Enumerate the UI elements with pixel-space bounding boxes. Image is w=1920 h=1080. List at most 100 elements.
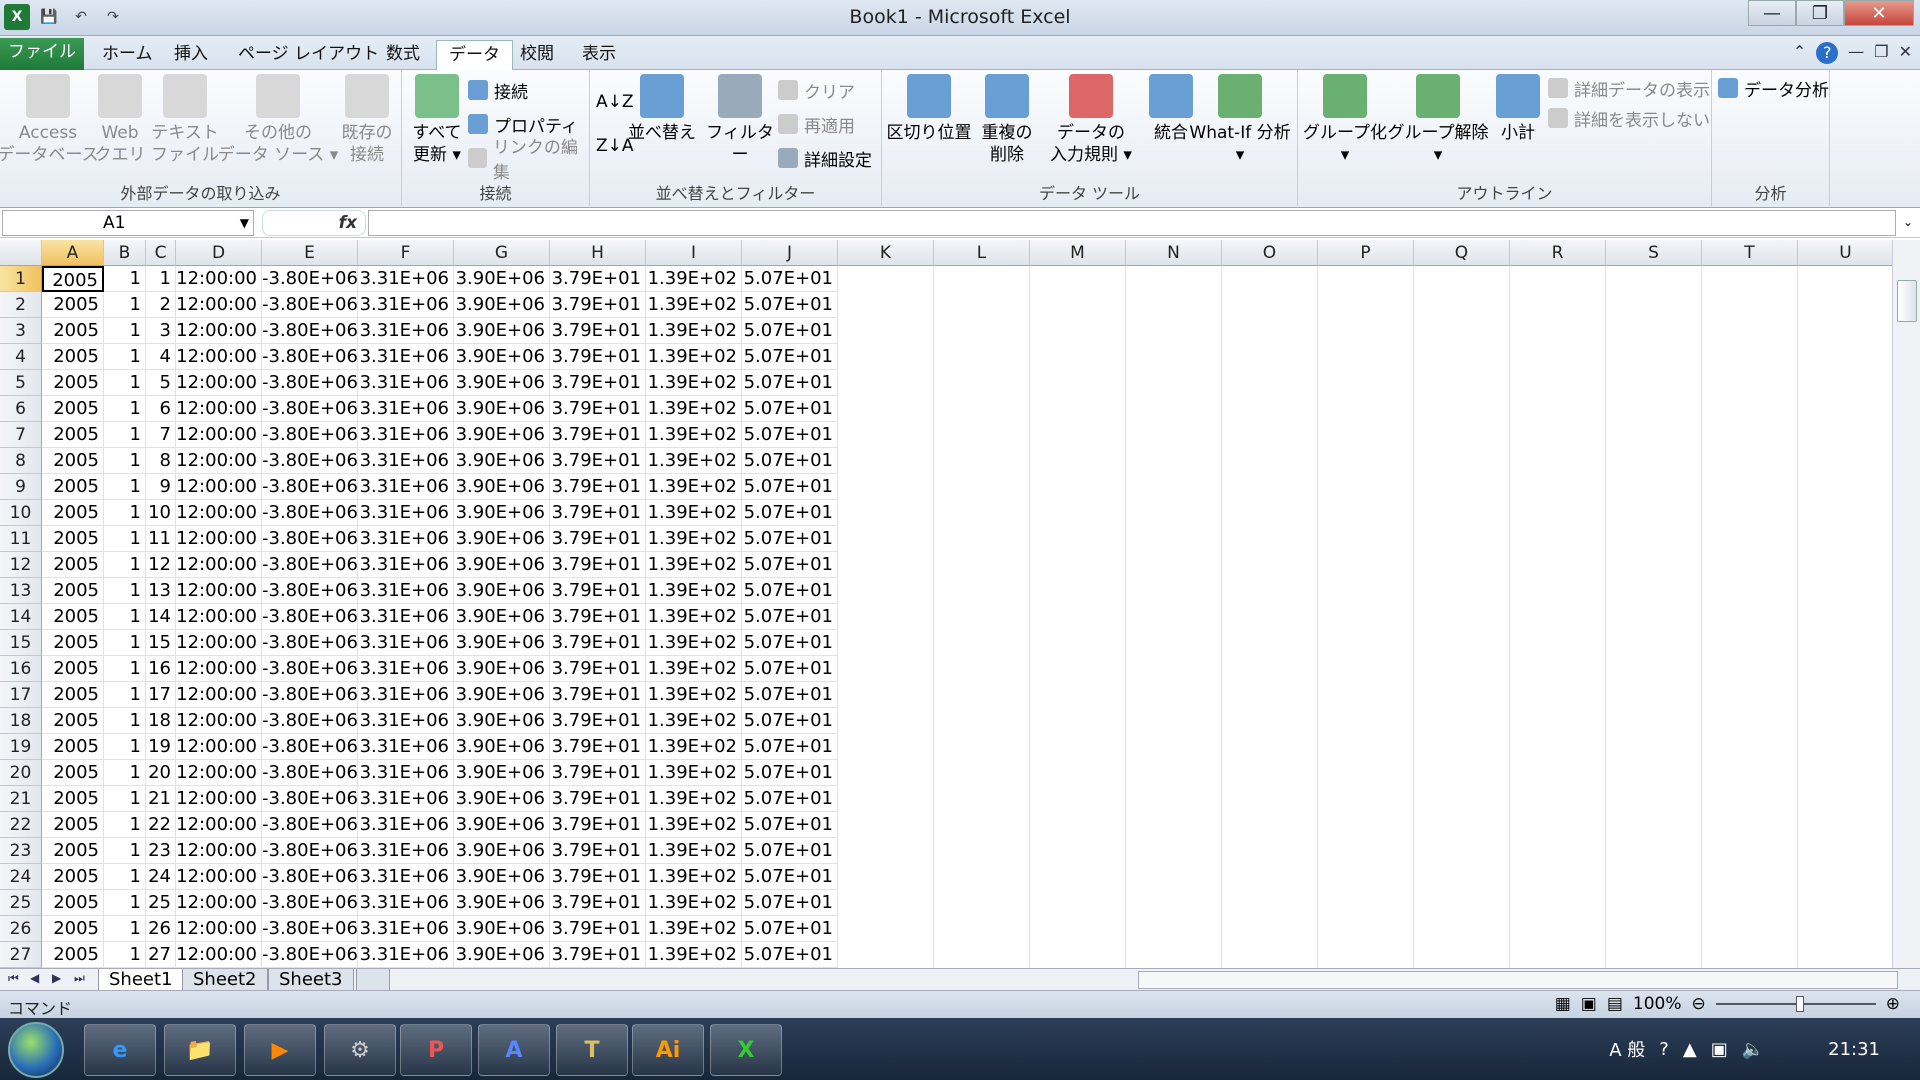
table-cell[interactable]: 3.79E+01 [550,370,646,396]
table-cell[interactable]: 3.79E+01 [550,786,646,812]
what-if-button[interactable]: What-If 分析 ▾ [1182,74,1298,166]
group-button[interactable]: グループ化 ▾ [1303,74,1387,166]
table-cell[interactable]: 3.31E+06 [358,786,454,812]
table-cell[interactable]: 3.31E+06 [358,292,454,318]
empty-column[interactable] [1222,266,1318,968]
start-button[interactable] [8,1022,64,1078]
table-cell[interactable]: 5.07E+01 [742,578,838,604]
table-cell[interactable]: 6 [146,396,176,422]
zoom-slider-knob[interactable] [1795,996,1804,1012]
table-cell[interactable]: 2005 [42,474,104,500]
table-cell[interactable]: 12:00:00 [176,760,262,786]
empty-column[interactable] [1702,266,1798,968]
clear-button[interactable]: クリア [778,76,855,104]
table-cell[interactable]: 3.90E+06 [454,942,550,968]
row-header[interactable]: 22 [0,812,42,838]
table-cell[interactable]: 3.31E+06 [358,838,454,864]
table-cell[interactable]: 5.07E+01 [742,422,838,448]
table-cell[interactable]: 3.79E+01 [550,526,646,552]
table-cell[interactable]: 1.39E+02 [646,578,742,604]
excel-taskbar-icon[interactable]: X [710,1024,782,1076]
column-header[interactable]: N [1126,240,1222,266]
expand-formula-icon[interactable]: ⌄ [1898,210,1918,236]
table-cell[interactable]: -3.80E+06 [262,422,358,448]
table-cell[interactable]: 5.07E+01 [742,838,838,864]
ie-icon[interactable]: e [84,1024,156,1076]
table-cell[interactable]: 3.90E+06 [454,552,550,578]
table-cell[interactable]: 3.79E+01 [550,292,646,318]
table-cell[interactable]: -3.80E+06 [262,552,358,578]
tab-view[interactable]: 表示 [570,40,628,70]
table-cell[interactable]: -3.80E+06 [262,500,358,526]
table-cell[interactable]: 3.79E+01 [550,760,646,786]
row-header[interactable]: 26 [0,916,42,942]
table-cell[interactable]: 3.79E+01 [550,734,646,760]
table-cell[interactable]: 12:00:00 [176,318,262,344]
table-cell[interactable]: 12:00:00 [176,838,262,864]
table-cell[interactable]: 16 [146,656,176,682]
table-cell[interactable]: 3.79E+01 [550,344,646,370]
table-cell[interactable]: 2005 [42,838,104,864]
table-cell[interactable]: 5.07E+01 [742,812,838,838]
table-cell[interactable]: 3.31E+06 [358,500,454,526]
table-cell[interactable]: 3.31E+06 [358,630,454,656]
empty-column[interactable] [1414,266,1510,968]
table-cell[interactable]: 7 [146,422,176,448]
table-cell[interactable]: 3.79E+01 [550,864,646,890]
table-cell[interactable]: 12:00:00 [176,604,262,630]
row-header[interactable]: 4 [0,344,42,370]
insert-sheet-icon[interactable] [356,969,390,991]
table-cell[interactable]: 5.07E+01 [742,474,838,500]
table-cell[interactable]: 1.39E+02 [646,708,742,734]
table-cell[interactable]: 5.07E+01 [742,890,838,916]
table-cell[interactable]: 1.39E+02 [646,890,742,916]
row-header[interactable]: 27 [0,942,42,968]
table-cell[interactable]: 12:00:00 [176,292,262,318]
table-cell[interactable]: 5.07E+01 [742,942,838,968]
ungroup-button[interactable]: グループ解除 ▾ [1388,74,1489,166]
empty-column[interactable] [1606,266,1702,968]
table-cell[interactable]: 1.39E+02 [646,838,742,864]
web-query-button[interactable]: Web クエリ [92,74,148,166]
table-cell[interactable]: 3.90E+06 [454,474,550,500]
table-cell[interactable]: 1 [104,786,146,812]
row-header[interactable]: 9 [0,474,42,500]
table-cell[interactable]: 3.79E+01 [550,474,646,500]
row-header[interactable]: 10 [0,500,42,526]
table-cell[interactable]: 1 [104,656,146,682]
zoom-out-icon[interactable]: ⊖ [1692,994,1706,1014]
table-cell[interactable]: 5.07E+01 [742,604,838,630]
table-cell[interactable]: 1.39E+02 [646,916,742,942]
table-cell[interactable]: 5.07E+01 [742,292,838,318]
table-cell[interactable]: 15 [146,630,176,656]
table-cell[interactable]: 2005 [42,578,104,604]
column-header[interactable]: K [838,240,934,266]
table-cell[interactable]: 2005 [42,630,104,656]
empty-column[interactable] [1318,266,1414,968]
table-cell[interactable]: -3.80E+06 [262,344,358,370]
media-icon[interactable]: ▶ [244,1024,316,1076]
tab-page-layout[interactable]: ページ レイアウト [226,40,391,70]
table-cell[interactable]: 1 [104,942,146,968]
row-header[interactable]: 8 [0,448,42,474]
table-cell[interactable]: -3.80E+06 [262,266,358,292]
table-cell[interactable]: -3.80E+06 [262,448,358,474]
data-analysis-button[interactable]: データ分析 [1718,74,1829,102]
table-cell[interactable]: 3.90E+06 [454,838,550,864]
table-cell[interactable]: 1 [104,370,146,396]
table-cell[interactable]: 3.79E+01 [550,396,646,422]
table-cell[interactable]: 8 [146,448,176,474]
existing-connections-button[interactable]: 既存の 接続 [336,74,398,166]
table-cell[interactable]: 12:00:00 [176,734,262,760]
normal-view-icon[interactable]: ▦ [1555,994,1571,1014]
table-cell[interactable]: 3.31E+06 [358,734,454,760]
row-header[interactable]: 12 [0,552,42,578]
table-cell[interactable]: 3.31E+06 [358,604,454,630]
column-header[interactable]: A [42,240,104,266]
table-cell[interactable]: 12:00:00 [176,500,262,526]
table-cell[interactable]: -3.80E+06 [262,786,358,812]
select-all-corner[interactable] [0,240,42,266]
table-cell[interactable]: -3.80E+06 [262,656,358,682]
table-cell[interactable]: 3.31E+06 [358,760,454,786]
table-cell[interactable]: 1.39E+02 [646,422,742,448]
